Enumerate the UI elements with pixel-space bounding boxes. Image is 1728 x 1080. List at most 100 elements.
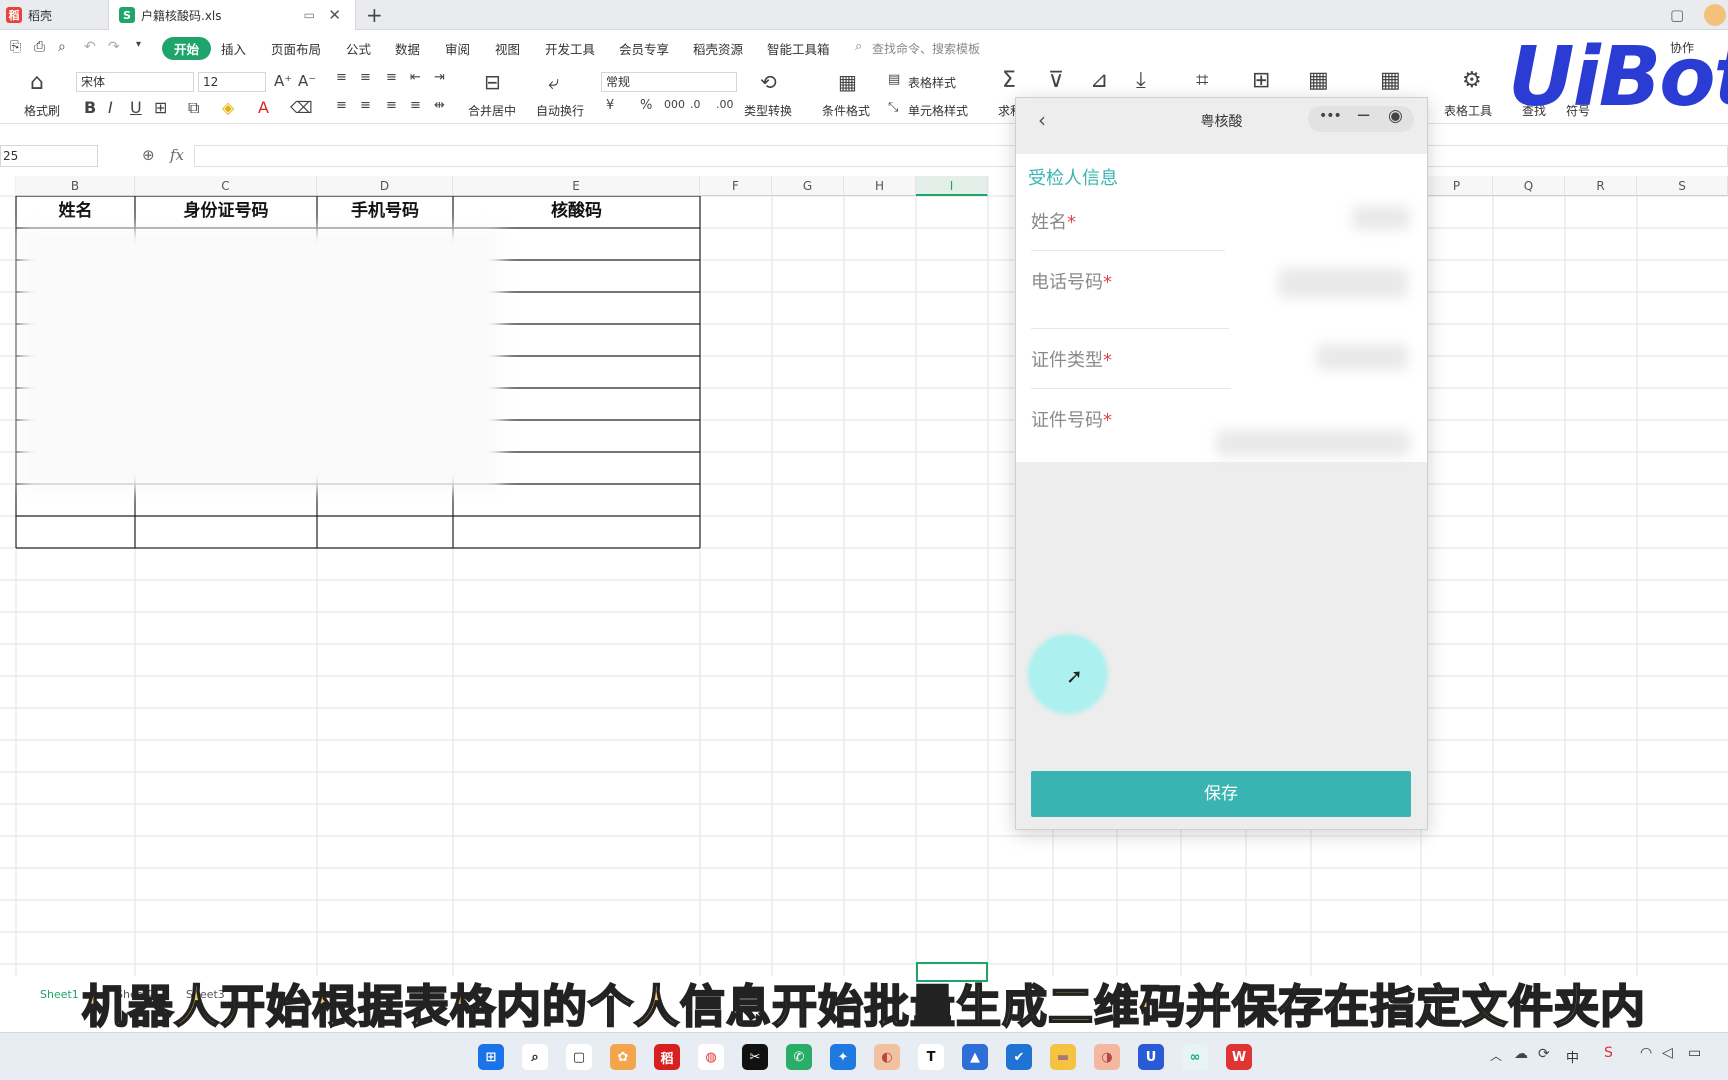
preview-icon[interactable]: ⌕ — [58, 39, 66, 55]
tray-app-icon[interactable]: S — [1604, 1045, 1613, 1061]
menu-member[interactable]: 会员专享 — [619, 39, 669, 58]
undo-icon[interactable]: ↶ — [84, 39, 96, 55]
font-size-select[interactable]: 12 — [198, 72, 266, 92]
battery-icon[interactable]: ▭ — [1688, 1045, 1701, 1061]
col-header-s[interactable]: S — [1637, 176, 1728, 196]
align-left-icon[interactable]: ≡ — [336, 98, 347, 113]
italic-icon[interactable]: I — [108, 98, 113, 117]
chevron-down-icon[interactable]: ▾ — [136, 39, 141, 50]
wrap-icon[interactable]: ⤶ — [548, 70, 559, 94]
layout-icon[interactable]: ▢ — [1670, 6, 1684, 24]
header-phone[interactable]: 手机号码 — [317, 196, 453, 227]
align-middle-icon[interactable]: ≡ — [360, 70, 371, 85]
decimal-decrease-icon[interactable]: .00 — [716, 98, 734, 111]
fill-down-icon[interactable]: ⤓ — [1136, 68, 1146, 93]
table-style-icon[interactable]: ▤ — [888, 72, 900, 87]
ime-indicator[interactable]: 中 — [1566, 1047, 1579, 1066]
zoom-formula-icon[interactable]: ⊕ — [142, 146, 155, 164]
save-icon[interactable]: ⎘ — [10, 39, 21, 55]
merge-center-button[interactable]: 合并居中 — [468, 102, 516, 119]
menu-formula[interactable]: 公式 — [346, 39, 371, 58]
indent-increase-icon[interactable]: ⇥ — [434, 70, 445, 85]
merge-icon[interactable]: ⊟ — [484, 70, 501, 94]
type-convert-button[interactable]: 类型转换 — [744, 102, 792, 119]
format-painter-button[interactable]: 格式刷 — [24, 102, 60, 119]
app-6-icon[interactable]: ◑ — [1094, 1044, 1120, 1070]
search-icon[interactable]: ⌕ — [522, 1044, 548, 1070]
save-button[interactable]: 保存 — [1031, 771, 1411, 817]
header-name[interactable]: 姓名 — [16, 196, 135, 227]
menu-insert[interactable]: 插入 — [221, 39, 246, 58]
cell-style-icon[interactable]: ⤡ — [888, 100, 898, 115]
sort-icon[interactable]: ⊿ — [1090, 68, 1108, 93]
align-bottom-icon[interactable]: ≡ — [386, 70, 397, 85]
new-tab-button[interactable]: + — [366, 0, 390, 30]
table-style-button[interactable]: 表格样式 — [908, 74, 956, 91]
col-header-h[interactable]: H — [844, 176, 916, 196]
auto-wrap-button[interactable]: 自动换行 — [536, 102, 584, 119]
avatar[interactable] — [1704, 4, 1726, 26]
col-header-g[interactable]: G — [772, 176, 844, 196]
menu-home[interactable]: 开始 — [162, 37, 212, 60]
app-7-icon[interactable]: ∞ — [1182, 1044, 1208, 1070]
window-icon[interactable]: ▭ — [304, 8, 315, 22]
convert-icon[interactable]: ⟲ — [760, 70, 777, 94]
col-header-i[interactable]: I — [916, 176, 988, 196]
filter-icon[interactable]: ⊽ — [1048, 68, 1064, 93]
table-tools-icon[interactable]: ⚙ — [1462, 68, 1482, 93]
typora-icon[interactable]: T — [918, 1044, 944, 1070]
cloud-icon[interactable]: ☁ — [1514, 1046, 1528, 1062]
tray-chevron-icon[interactable]: ︿ — [1490, 1047, 1502, 1064]
menu-view[interactable]: 视图 — [495, 39, 520, 58]
volume-icon[interactable]: ◁ — [1662, 1045, 1673, 1061]
number-format-select[interactable]: 常规 — [601, 72, 737, 92]
minimize-icon[interactable]: − — [1356, 105, 1371, 126]
command-search[interactable]: 查找命令、搜索模板 — [872, 40, 980, 57]
header-nucleic-code[interactable]: 核酸码 — [453, 196, 700, 227]
thousands-icon[interactable]: 000 — [664, 98, 685, 111]
close-circle-icon[interactable]: ◉ — [1388, 106, 1403, 126]
col-header-r[interactable]: R — [1565, 176, 1637, 196]
field-name-value[interactable] — [1352, 206, 1410, 230]
menu-data[interactable]: 数据 — [395, 39, 420, 58]
col-header-b[interactable]: B — [16, 176, 135, 196]
menu-docer-resources[interactable]: 稻壳资源 — [693, 39, 743, 58]
wechat-icon[interactable]: ✆ — [786, 1044, 812, 1070]
wps-office-icon[interactable]: W — [1226, 1044, 1252, 1070]
font-name-select[interactable]: 宋体 — [76, 72, 194, 92]
menu-dev-tools[interactable]: 开发工具 — [545, 39, 595, 58]
font-color-icon[interactable]: A — [258, 98, 269, 117]
align-top-icon[interactable]: ≡ — [336, 70, 347, 85]
chrome-icon[interactable]: ◍ — [698, 1044, 724, 1070]
justify-icon[interactable]: ≡ — [410, 98, 421, 113]
clear-icon[interactable]: ⌫ — [290, 98, 313, 117]
fill-style-icon[interactable]: ⧉ — [188, 98, 199, 118]
windows-start-icon[interactable]: ⊞ — [478, 1044, 504, 1070]
app-3-icon[interactable]: ◐ — [874, 1044, 900, 1070]
col-header-d[interactable]: D — [317, 176, 453, 196]
app-2-icon[interactable]: ✦ — [830, 1044, 856, 1070]
app-4-icon[interactable]: ▲ — [962, 1044, 988, 1070]
redo-icon[interactable]: ↷ — [108, 39, 120, 55]
field-phone-value[interactable] — [1278, 268, 1408, 298]
underline-icon[interactable]: U — [130, 98, 142, 117]
app-1-icon[interactable]: ✿ — [610, 1044, 636, 1070]
bold-icon[interactable]: B — [84, 98, 96, 117]
currency-icon[interactable]: ¥ — [606, 98, 614, 113]
percent-icon[interactable]: % — [640, 98, 652, 113]
col-header-q[interactable]: Q — [1493, 176, 1565, 196]
conditional-format-icon[interactable]: ▦ — [838, 70, 857, 94]
format-painter-icon[interactable]: ⌂ — [30, 70, 44, 95]
menu-smart-toolbox[interactable]: 智能工具箱 — [767, 39, 830, 58]
task-view-icon[interactable]: ▢ — [566, 1044, 592, 1070]
name-box[interactable]: 25 — [0, 145, 98, 167]
col-header-p[interactable]: P — [1421, 176, 1493, 196]
decimal-increase-icon[interactable]: .0 — [690, 98, 701, 111]
print-icon[interactable]: ⎙ — [34, 39, 45, 55]
field-id-type-value[interactable] — [1316, 344, 1408, 370]
distribute-icon[interactable]: ⇹ — [434, 98, 445, 113]
wifi-icon[interactable]: ◠ — [1640, 1045, 1652, 1061]
table-tools-button[interactable]: 表格工具 — [1444, 102, 1492, 119]
align-center-icon[interactable]: ≡ — [360, 98, 371, 113]
freeze-icon[interactable]: ⊞ — [1252, 68, 1270, 93]
